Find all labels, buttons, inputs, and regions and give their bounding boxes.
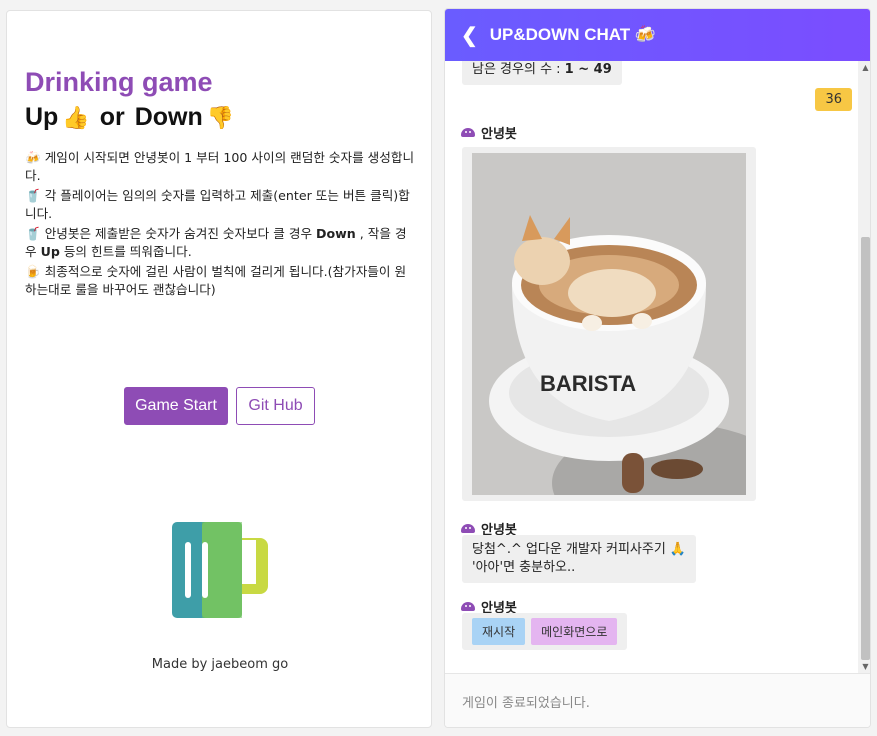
bot-image-message: BARISTA	[462, 147, 756, 501]
scroll-up-arrow-icon[interactable]: ▲	[861, 63, 870, 72]
rules-list: 🍻 게임이 시작되면 안녕봇이 1 부터 100 사이의 랜덤한 숫자를 생성합…	[25, 149, 415, 301]
rule-item: 🍻 게임이 시작되면 안녕봇이 1 부터 100 사이의 랜덤한 숫자를 생성합…	[25, 150, 415, 183]
thumbs-up-icon: 👍	[62, 104, 90, 130]
range-message: 남은 경우의 수 : 1 ~ 49	[462, 61, 622, 85]
bot-name-label: 안녕봇	[461, 123, 517, 142]
subtitle-up: Up	[25, 103, 59, 131]
back-chevron-icon[interactable]: ❮	[461, 23, 478, 48]
beer-cheers-icon: 🍻	[25, 150, 41, 165]
rule-item: 🍺 최종적으로 숫자에 걸린 사람이 벌칙에 걸리게 됩니다.(참가자들이 원하…	[25, 264, 407, 297]
subtitle-or: or	[99, 103, 125, 131]
scroll-down-arrow-icon[interactable]: ▼	[861, 662, 870, 671]
bot-icon	[461, 524, 475, 533]
scroll-thumb[interactable]	[861, 237, 870, 660]
subtitle-down: Down	[134, 103, 203, 131]
bot-icon	[461, 602, 475, 611]
user-message: 36	[815, 88, 852, 111]
chat-title: UP&DOWN CHAT 🍻	[489, 25, 657, 44]
beer-icon: 🍺	[25, 264, 41, 279]
thumbs-down-icon: 👎	[206, 104, 235, 130]
github-button[interactable]: Git Hub	[236, 387, 315, 425]
rule-item: 🥤 각 플레이어는 임의의 숫자를 입력하고 제출(enter 또는 버튼 클릭…	[25, 188, 410, 221]
game-subtitle: Up 👍 or Down 👎	[25, 103, 234, 132]
bot-action-message: 재시작 메인화면으로	[462, 613, 628, 650]
main-screen-button[interactable]: 메인화면으로	[531, 618, 618, 645]
latte-art-photo: BARISTA	[472, 153, 746, 495]
chat-status-bar: 게임이 종료되었습니다.	[445, 673, 870, 727]
bot-icon	[461, 128, 475, 137]
game-title: Drinking game	[25, 67, 213, 97]
beer-mug-logo	[172, 522, 268, 618]
rule-item: 🥤 안녕봇은 제출받은 숫자가 숨겨진 숫자보다 클 경우 Down , 작을 …	[25, 226, 407, 259]
action-buttons: Game Start Git Hub	[124, 387, 315, 425]
made-by-credit: Made by jaebeom go	[151, 657, 289, 672]
chat-window: ❮ UP&DOWN CHAT 🍻 남은 경우의 수 : 1 ~ 49 36 안녕…	[444, 8, 871, 728]
bot-text-message: 당첨^.^ 업다운 개발자 커피사주기 🙏 '아아'면 충분하오..	[462, 535, 697, 583]
chat-messages[interactable]: 남은 경우의 수 : 1 ~ 49 36 안녕봇 BARISTA 안녕봇 당첨^…	[445, 61, 858, 673]
cup-icon: 🥤	[25, 226, 41, 241]
game-start-button[interactable]: Game Start	[124, 387, 228, 425]
restart-button[interactable]: 재시작	[472, 618, 526, 645]
chat-header: ❮ UP&DOWN CHAT 🍻	[445, 9, 870, 61]
intro-panel: Drinking game Up 👍 or Down 👎 🍻 게임이 시작되면 …	[6, 10, 432, 728]
svg-text:BARISTA: BARISTA	[540, 371, 636, 396]
chat-scrollbar[interactable]: ▲ ▼	[858, 61, 870, 673]
cup-icon: 🥤	[25, 188, 41, 203]
